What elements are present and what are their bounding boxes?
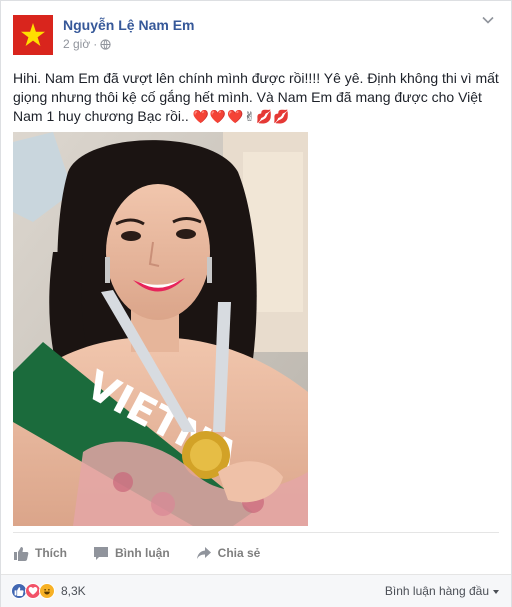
post-time[interactable]: 2 giờ xyxy=(63,37,90,51)
divider xyxy=(13,532,499,533)
globe-icon[interactable] xyxy=(100,38,111,50)
reaction-count[interactable]: 8,3K xyxy=(61,584,86,598)
caret-down-icon xyxy=(493,590,499,594)
like-button[interactable]: Thích xyxy=(13,545,67,561)
author-name[interactable]: Nguyễn Lệ Nam Em xyxy=(63,17,194,33)
post-card: Nguyễn Lệ Nam Em 2 giờ · Hihi. Nam Em đã… xyxy=(0,0,512,607)
vietnam-flag-icon xyxy=(13,15,53,55)
post-text: Hihi. Nam Em đã vượt lên chính mình được… xyxy=(13,69,501,126)
chevron-down-icon[interactable] xyxy=(481,13,495,27)
haha-icon xyxy=(39,583,55,599)
post-photo[interactable]: VIETNA xyxy=(13,132,308,526)
post-footer: 8,3K Bình luận hàng đầu xyxy=(1,574,511,607)
avatar[interactable] xyxy=(13,15,53,55)
photo-illustration: VIETNA xyxy=(13,132,308,526)
reactions-summary[interactable]: 8,3K xyxy=(11,583,86,599)
comment-label: Bình luận xyxy=(115,546,170,560)
share-label: Chia sẻ xyxy=(217,546,261,560)
comment-icon xyxy=(94,547,108,560)
comment-button[interactable]: Bình luận xyxy=(93,545,170,561)
post-header: Nguyễn Lệ Nam Em 2 giờ · xyxy=(13,13,501,57)
like-label: Thích xyxy=(35,546,67,560)
comment-sort-dropdown[interactable]: Bình luận hàng đầu xyxy=(385,584,499,598)
share-button[interactable]: Chia sẻ xyxy=(196,545,261,561)
share-icon xyxy=(196,547,211,559)
sort-label: Bình luận hàng đầu xyxy=(384,584,489,598)
post-emojis: ❤️❤️❤️✌💋💋 xyxy=(192,109,291,124)
thumbs-up-icon xyxy=(14,547,29,561)
post-actions: Thích Bình luận Chia sẻ xyxy=(13,541,286,565)
post-meta: 2 giờ · xyxy=(63,37,111,51)
